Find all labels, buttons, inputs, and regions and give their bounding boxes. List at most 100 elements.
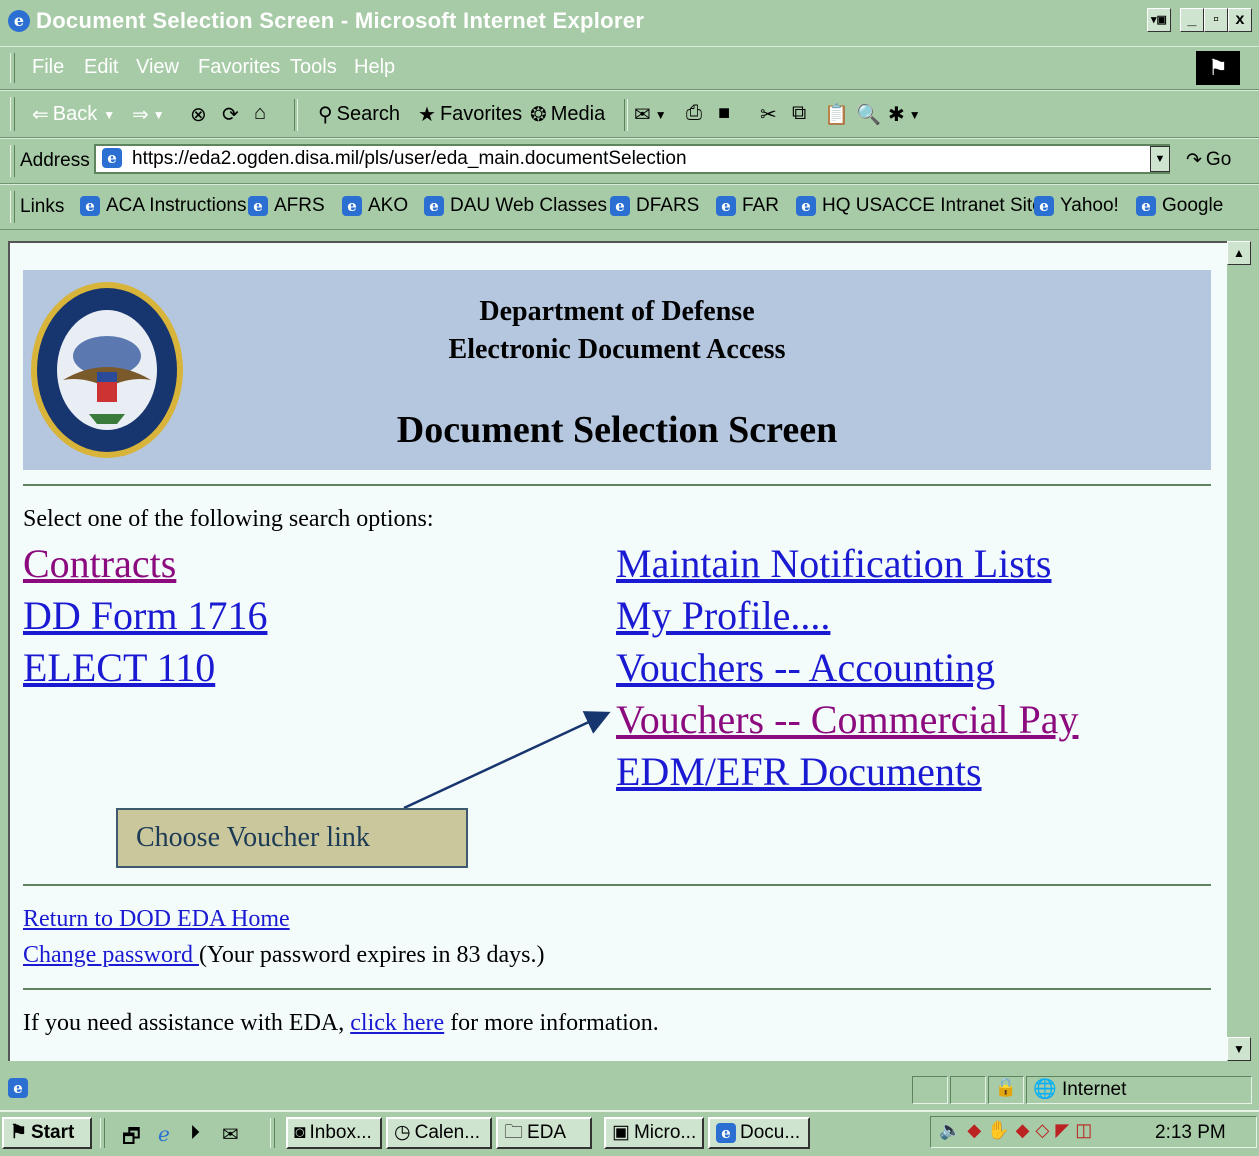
links-label: Links — [20, 196, 65, 217]
task-calendar[interactable]: ◷ Calen... — [386, 1117, 492, 1149]
divider — [23, 884, 1211, 886]
paste-button[interactable]: 📋 — [824, 102, 853, 127]
menu-file[interactable]: File — [32, 56, 64, 79]
back-button[interactable]: ⇐ Back ▼ — [32, 102, 115, 127]
menu-favorites[interactable]: Favorites — [198, 56, 280, 79]
links-item-afrs[interactable]: e AFRS — [248, 195, 325, 217]
search-options-prompt: Select one of the following search optio… — [23, 506, 434, 532]
outlook-icon: ◙ — [294, 1122, 306, 1143]
dd-form-1716-link[interactable]: DD Form 1716 — [23, 592, 267, 639]
media-player-icon[interactable]: ⏵ — [190, 1122, 200, 1145]
mail-button[interactable]: ✉ ▼ — [634, 102, 667, 127]
task-inbox[interactable]: ◙ Inbox... — [286, 1117, 382, 1149]
menu-tools[interactable]: Tools — [290, 56, 337, 79]
clock: 2:13 PM — [1155, 1122, 1226, 1143]
links-item-aca[interactable]: e ACA Instructions — [80, 195, 246, 217]
links-item-far[interactable]: e FAR — [716, 195, 779, 217]
media-icon: ❂ — [530, 104, 547, 126]
zone-pane: 🌐 Internet — [1026, 1076, 1252, 1104]
my-profile-link[interactable]: My Profile.... — [616, 592, 830, 639]
links-item-dfars[interactable]: e DFARS — [610, 195, 699, 217]
search-button[interactable]: ⚲ Search — [318, 102, 400, 127]
contracts-link[interactable]: Contracts — [23, 540, 176, 587]
restore-icon[interactable]: ▾▣ — [1147, 8, 1171, 32]
address-bar: Address e https://eda2.ogden.disa.mil/pl… — [0, 138, 1259, 184]
maintain-notification-lists-link[interactable]: Maintain Notification Lists — [616, 540, 1052, 587]
edm-efr-documents-link[interactable]: EDM/EFR Documents — [616, 748, 982, 795]
start-button[interactable]: ⚑ Start — [2, 1117, 92, 1149]
media-button[interactable]: ❂ Media — [530, 102, 605, 127]
refresh-icon: ⟳ — [222, 104, 239, 126]
chevron-down-icon[interactable]: ▼ — [909, 108, 921, 122]
address-dropdown-button[interactable]: ▼ — [1150, 146, 1170, 172]
ie-page-icon: e — [342, 196, 362, 216]
forward-arrow-icon: ⇒ — [132, 104, 149, 126]
refresh-button[interactable]: ⟳ — [222, 102, 243, 127]
click-here-link[interactable]: click here — [350, 1010, 444, 1036]
chevron-down-icon[interactable]: ▼ — [655, 108, 667, 122]
outlook-launch-icon[interactable]: ✉ — [222, 1122, 239, 1147]
links-item-google[interactable]: e Google — [1136, 195, 1223, 217]
links-item-dau[interactable]: e DAU Web Classes — [424, 195, 607, 217]
vouchers-accounting-link[interactable]: Vouchers -- Accounting — [616, 644, 995, 691]
links-item-yahoo[interactable]: e Yahoo! — [1034, 195, 1119, 217]
change-password-link[interactable]: Change password — [23, 942, 199, 968]
edit-button[interactable]: ■ — [718, 102, 734, 125]
menu-view[interactable]: View — [136, 56, 179, 79]
home-icon: ⌂ — [254, 102, 267, 124]
close-button[interactable]: x — [1228, 8, 1252, 32]
status-pane — [912, 1076, 948, 1104]
toolbar-grip[interactable] — [10, 53, 15, 83]
toolbar-grip[interactable] — [10, 97, 15, 131]
print-button[interactable]: ⎙ — [686, 102, 706, 125]
return-home-link[interactable]: Return to DOD EDA Home — [23, 906, 290, 933]
menu-bar: File Edit View Favorites Tools Help ⚑ — [0, 46, 1259, 90]
scroll-down-button[interactable]: ▼ — [1227, 1037, 1251, 1061]
task-microsoft[interactable]: ▣ Micro... — [604, 1117, 704, 1149]
toolbar-grip[interactable] — [10, 191, 15, 223]
tray-icons[interactable]: 🔈◆✋◆◇◤◫ — [939, 1120, 1098, 1141]
links-item-hq-usacce[interactable]: e HQ USACCE Intranet Site — [796, 195, 1043, 217]
globe-icon: 🌐 — [1033, 1079, 1057, 1100]
window-title: Document Selection Screen - Microsoft In… — [36, 8, 645, 33]
ie-page-icon: e — [424, 196, 444, 216]
vouchers-commercial-pay-link[interactable]: Vouchers -- Commercial Pay — [616, 696, 1078, 743]
forward-button[interactable]: ⇒ ▼ — [132, 102, 165, 127]
mail-icon: ✉ — [634, 104, 651, 126]
system-tray: 🔈◆✋◆◇◤◫ 2:13 PM — [930, 1116, 1257, 1148]
ie-page-icon: e — [248, 196, 268, 216]
copy-button[interactable]: ⧉ — [792, 102, 810, 125]
scroll-up-button[interactable]: ▲ — [1227, 241, 1251, 265]
home-button[interactable]: ⌂ — [254, 102, 270, 125]
task-document[interactable]: e Docu... — [708, 1117, 810, 1149]
task-eda[interactable]: 🗀 EDA — [496, 1117, 592, 1149]
header-line-1: Department of Defense — [479, 296, 755, 327]
vertical-scrollbar[interactable]: ▲ ▼ — [1227, 241, 1251, 1061]
assistance-text: If you need assistance with EDA, — [23, 1010, 351, 1036]
links-item-ako[interactable]: e AKO — [342, 195, 408, 217]
menu-help[interactable]: Help — [354, 56, 395, 79]
maximize-button[interactable]: ▫ — [1204, 8, 1228, 32]
cut-button[interactable]: ✂ — [760, 102, 781, 127]
print-preview-button[interactable]: 🔍 — [856, 102, 885, 127]
favorites-button[interactable]: ★ Favorites — [418, 102, 522, 127]
address-input[interactable]: e https://eda2.ogden.disa.mil/pls/user/e… — [94, 144, 1170, 174]
windows-flag-icon: ⚑ — [1196, 51, 1240, 85]
encoding-button[interactable]: ✱ ▼ — [888, 102, 921, 127]
go-button[interactable]: ↷ Go — [1186, 149, 1231, 172]
page-icon: e — [102, 148, 122, 168]
taskbar-grip — [100, 1118, 105, 1148]
stop-button[interactable]: ⊗ — [190, 102, 211, 127]
folder-icon: 🗀 — [504, 1122, 524, 1143]
ie-launch-icon[interactable]: ℯ — [158, 1122, 170, 1147]
status-pane — [950, 1076, 986, 1104]
toolbar-grip[interactable] — [10, 145, 15, 177]
divider — [23, 988, 1211, 990]
elect-110-link[interactable]: ELECT 110 — [23, 644, 215, 691]
address-label: Address — [20, 150, 90, 171]
menu-edit[interactable]: Edit — [84, 56, 118, 79]
desktop-icon[interactable]: 🗗 — [122, 1122, 141, 1156]
chevron-down-icon[interactable]: ▼ — [153, 108, 165, 122]
minimize-button[interactable]: _ — [1180, 8, 1204, 32]
chevron-down-icon[interactable]: ▼ — [103, 108, 115, 122]
